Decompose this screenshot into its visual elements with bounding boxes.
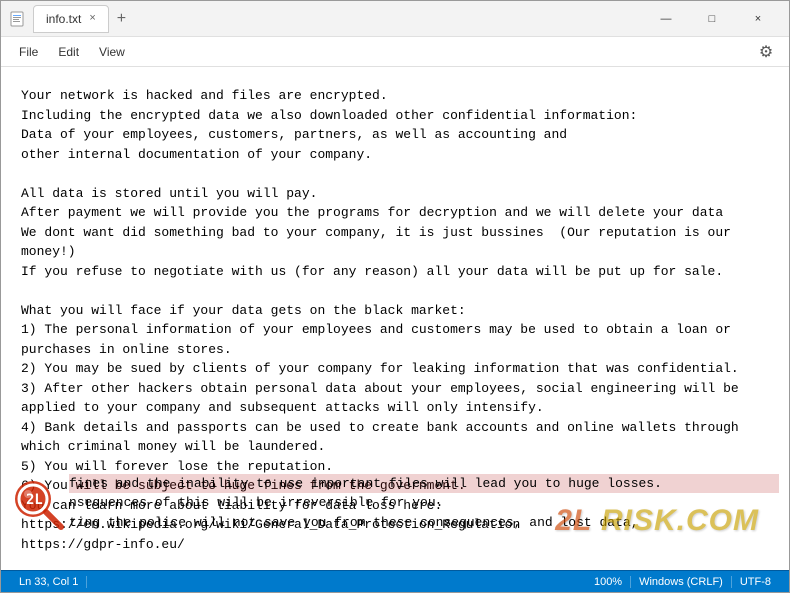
menu-view[interactable]: View [89, 41, 135, 63]
tab-close-button[interactable]: × [89, 13, 95, 24]
window: /> info.txt × + — □ × File Edit View ⚙ !… [0, 0, 790, 593]
title-bar: /> info.txt × + — □ × [1, 1, 789, 37]
close-button[interactable]: × [735, 1, 781, 37]
content-area: !!! ATTENTION !!! Your network is hacked… [1, 67, 789, 570]
window-controls: — □ × [643, 1, 781, 37]
maximize-button[interactable]: □ [689, 1, 735, 37]
new-tab-button[interactable]: + [113, 10, 130, 28]
minimize-button[interactable]: — [643, 1, 689, 37]
menu-file[interactable]: File [9, 41, 48, 63]
status-bar: Ln 33, Col 1 100% Windows (CRLF) UTF-8 [1, 570, 789, 592]
text-editor[interactable]: !!! ATTENTION !!! Your network is hacked… [1, 67, 789, 570]
status-encoding: UTF-8 [732, 576, 779, 588]
status-ln-col: Ln 33, Col 1 [11, 576, 87, 588]
tab-label: info.txt [46, 12, 81, 26]
settings-gear-icon[interactable]: ⚙ [751, 37, 781, 67]
menu-bar: File Edit View ⚙ [1, 37, 789, 67]
active-tab[interactable]: info.txt × [33, 5, 109, 33]
app-icon: /> [9, 11, 25, 27]
title-bar-tabs: info.txt × + [33, 5, 130, 33]
menu-edit[interactable]: Edit [48, 41, 89, 63]
status-zoom: 100% [586, 576, 631, 588]
status-line-ending: Windows (CRLF) [631, 576, 732, 588]
